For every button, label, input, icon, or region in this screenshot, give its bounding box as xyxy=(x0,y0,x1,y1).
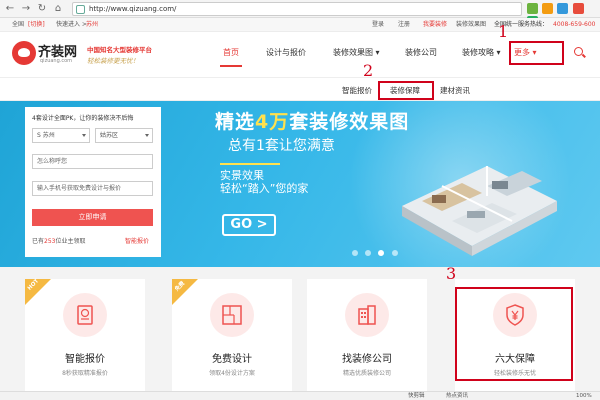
switch-city-link[interactable]: [切换] xyxy=(28,18,45,31)
province-select[interactable]: S 苏州 xyxy=(32,128,90,143)
floorplan-icon xyxy=(210,293,254,337)
banner-title: 精选4万套装修效果图 xyxy=(215,107,409,134)
smart-quote-link[interactable]: 智能报价 xyxy=(125,236,149,245)
building-icon xyxy=(345,293,389,337)
caret-down-icon: ▾ xyxy=(375,48,380,57)
service-card-find-company[interactable]: 找装修公司 精选优质装修公司 xyxy=(307,279,427,392)
home-icon[interactable]: ⌂ xyxy=(51,2,65,16)
more-dropdown-menu: 智能报价 装修保障 建材资讯 xyxy=(0,77,600,101)
submenu-materials[interactable]: 建材资讯 xyxy=(440,85,470,96)
nav-design-quote[interactable]: 设计与报价 xyxy=(266,47,306,58)
annotation-number-2: 2 xyxy=(363,61,374,80)
carousel-dot-active[interactable] xyxy=(378,250,385,256)
submenu-smart-quote[interactable]: 智能报价 xyxy=(342,85,372,96)
quick-edit-label[interactable]: 快剪辑 xyxy=(408,392,425,400)
card-desc: 领取4份设计方案 xyxy=(209,370,255,377)
banner-subtitle: 总有1套让您满意 xyxy=(228,138,335,154)
service-card-free-design[interactable]: 免费 免费设计 领取4份设计方案 xyxy=(172,279,292,392)
dropdown-arrow-icon xyxy=(82,134,86,137)
carousel-dot[interactable] xyxy=(391,250,398,256)
annotation-box-more xyxy=(509,41,564,65)
quick-entry-label: 快速进入 > xyxy=(56,21,87,28)
search-icon[interactable] xyxy=(574,47,583,56)
forward-icon[interactable]: → xyxy=(19,2,33,16)
hot-news-label[interactable]: 热点资讯 xyxy=(446,392,468,400)
region-label: 全国 xyxy=(12,21,25,28)
back-icon[interactable]: ← xyxy=(3,2,17,16)
slogan-sub: 轻松装修更无忧！ xyxy=(87,57,139,65)
district-select[interactable]: 姑苏区 xyxy=(95,128,153,143)
phone-input[interactable]: 输入手机号获取免费设计与报价 xyxy=(32,181,153,196)
note-prefix: 已有 xyxy=(32,238,45,245)
calculator-icon xyxy=(63,293,107,337)
nav-companies[interactable]: 装修公司 xyxy=(405,47,437,58)
nav-guides-label: 装修攻略 xyxy=(462,48,494,57)
go-button[interactable]: GO > xyxy=(222,214,276,236)
nav-guides[interactable]: 装修攻略 ▾ xyxy=(462,47,501,58)
carousel-dot[interactable] xyxy=(352,250,358,256)
nav-home[interactable]: 首页 xyxy=(223,47,239,58)
annotation-box-six-guarantees xyxy=(455,287,573,381)
url-text: http://www.qizuang.com/ xyxy=(89,5,177,13)
browser-toolbar: ← → ↻ ⌂ http://www.qizuang.com/ xyxy=(0,0,600,27)
card-desc: 8秒获取精准报价 xyxy=(62,370,108,377)
house-model-illustration xyxy=(402,166,557,256)
address-bar[interactable]: http://www.qizuang.com/ xyxy=(72,2,522,16)
city-link[interactable]: 苏州 xyxy=(86,18,98,31)
submit-button[interactable]: 立即申请 xyxy=(32,209,153,226)
nav-active-underline xyxy=(220,65,242,67)
quote-form: 4套设计全面PK，让你的装修决不后悔 S 苏州 姑苏区 怎么称呼您 输入手机号获… xyxy=(25,107,161,257)
top-info-bar: 全国 [切换] 快速进入 > 苏州 登录 注册 我要装修 装修效果图 全国统一服… xyxy=(0,18,600,32)
district-value: 姑苏区 xyxy=(100,132,119,139)
carousel-dots xyxy=(352,250,403,258)
logo-domain: qizuang.com xyxy=(40,58,73,64)
banner-title-pre: 精选 xyxy=(215,111,256,133)
browser-status-bar: 快剪辑 热点资讯 100% xyxy=(0,391,600,400)
form-title: 4套设计全面PK，让你的装修决不后悔 xyxy=(32,115,134,122)
nav-effect-pics-label: 装修效果图 xyxy=(333,48,373,57)
province-value: S 苏州 xyxy=(37,132,55,139)
hotline-number: 4008-659-600 xyxy=(553,21,596,28)
carousel-dot[interactable] xyxy=(365,250,372,256)
banner-tagline-2: 轻松“踏入”您的家 xyxy=(220,182,309,195)
extension-icon[interactable] xyxy=(542,3,554,14)
banner-title-highlight: 4万 xyxy=(255,111,290,133)
logo-icon[interactable] xyxy=(12,41,36,65)
login-link[interactable]: 登录 xyxy=(372,18,384,31)
card-title: 免费设计 xyxy=(212,354,252,365)
reload-icon[interactable]: ↻ xyxy=(35,2,49,16)
dropdown-arrow-icon xyxy=(145,134,149,137)
effect-pics-link[interactable]: 装修效果图 xyxy=(456,18,486,31)
applicant-count-note: 已有253位业主领取 xyxy=(32,236,85,245)
banner-title-post: 套装修效果图 xyxy=(289,111,410,133)
annotation-number-3: 3 xyxy=(446,264,457,283)
annotation-number-1: 1 xyxy=(498,22,509,41)
slogan-main: 中国知名大型装修平台 xyxy=(87,46,152,54)
note-suffix: 位业主领取 xyxy=(55,238,86,245)
card-desc: 精选优质装修公司 xyxy=(342,370,391,377)
extension-icon[interactable] xyxy=(557,3,569,14)
service-card-smart-quote[interactable]: HOT 智能报价 8秒获取精准报价 xyxy=(25,278,145,392)
annotation-box-guarantee xyxy=(378,81,434,100)
card-title: 智能报价 xyxy=(65,354,105,365)
extension-icons xyxy=(527,3,600,27)
secure-icon xyxy=(76,5,85,14)
extension-icon[interactable] xyxy=(527,3,538,14)
banner-divider xyxy=(220,163,280,165)
zoom-level[interactable]: 100% xyxy=(576,392,592,400)
card-title: 找装修公司 xyxy=(342,354,392,365)
register-link[interactable]: 注册 xyxy=(398,18,410,31)
caret-down-icon: ▾ xyxy=(496,48,501,57)
name-input[interactable]: 怎么称呼您 xyxy=(32,154,153,169)
extension-icon[interactable] xyxy=(572,3,584,14)
nav-effect-pics[interactable]: 装修效果图 ▾ xyxy=(333,47,380,58)
applicant-count: 253 xyxy=(44,238,56,245)
want-renovate-link[interactable]: 我要装修 xyxy=(423,18,447,31)
